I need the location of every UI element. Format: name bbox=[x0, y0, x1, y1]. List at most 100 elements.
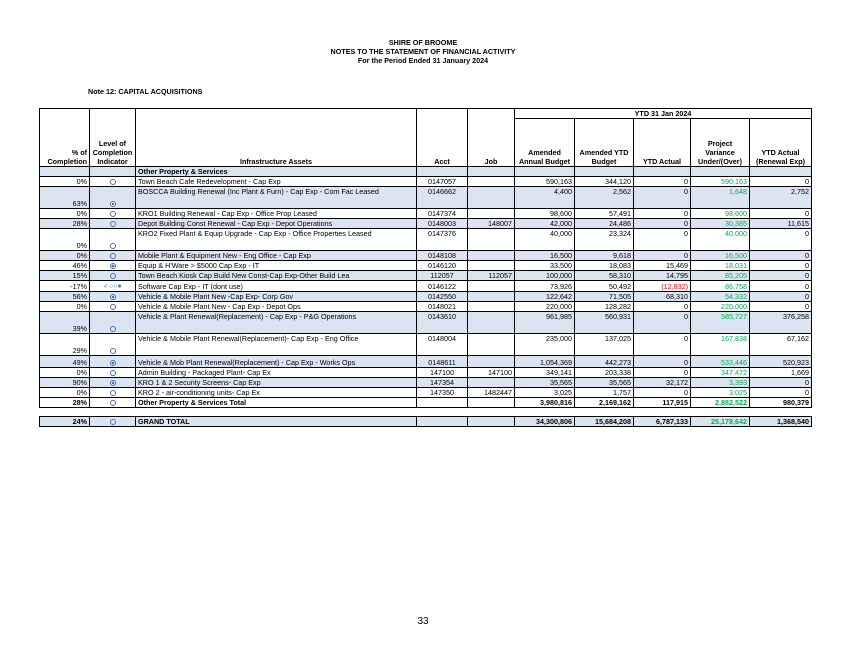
ytd-actual-cell: 0 bbox=[633, 354, 691, 368]
ytd-actual-cell: 0 bbox=[633, 332, 691, 356]
pct-cell: 0% bbox=[39, 386, 90, 398]
level-indicator-cell bbox=[89, 290, 136, 302]
empty-cell bbox=[467, 396, 515, 408]
level-indicator-cell bbox=[89, 366, 136, 378]
level-indicator-cell bbox=[89, 386, 136, 398]
note-title: Note 12: CAPITAL ACQUISITIONS bbox=[88, 87, 203, 96]
pct-cell: 0% bbox=[39, 176, 90, 187]
grand-total-renewal: 1,368,540 bbox=[748, 415, 813, 427]
level-indicator-cell bbox=[89, 218, 136, 229]
grand-total-variance: 25,178,642 bbox=[690, 415, 750, 427]
ytd-budget-cell: 442,273 bbox=[574, 354, 634, 368]
asset-cell: Depot Building Const Renewal - Cap Exp -… bbox=[135, 218, 417, 229]
job-cell bbox=[467, 332, 515, 356]
acct-cell: 112057 bbox=[416, 270, 468, 281]
progress-dot-empty-icon bbox=[109, 347, 116, 354]
grand-total-actual: 6,787,133 bbox=[633, 415, 691, 427]
table-row: 28% Depot Building Const Renewal - Cap Ex… bbox=[39, 218, 813, 229]
renewal-cell: 67,162 bbox=[748, 332, 813, 356]
acct-cell: 0146120 bbox=[416, 260, 468, 271]
section-total-indicator bbox=[89, 396, 136, 408]
pct-cell: 29% bbox=[39, 332, 90, 356]
pct-cell: 0% bbox=[39, 250, 90, 261]
job-cell bbox=[467, 310, 515, 334]
renewal-cell: 520,923 bbox=[748, 354, 813, 368]
variance-cell: 533,446 bbox=[690, 354, 750, 368]
capital-acquisitions-table: % of Completion Level of Completion Indi… bbox=[39, 108, 813, 427]
level-indicator-cell bbox=[89, 332, 136, 356]
level-indicator-cell bbox=[89, 208, 136, 219]
pct-cell: 0% bbox=[39, 366, 90, 378]
progress-dot-filled-icon bbox=[109, 293, 116, 300]
asset-cell: Vehicle & Mobile Plant Renewal(Replaceme… bbox=[135, 332, 417, 356]
job-cell bbox=[467, 176, 515, 187]
section-title: Other Property & Services bbox=[135, 166, 417, 177]
variance-cell: 347,472 bbox=[690, 366, 750, 378]
empty-cell bbox=[416, 415, 468, 427]
annual-budget-cell: 235,000 bbox=[514, 332, 575, 356]
ytd-budget-cell: 57,491 bbox=[574, 208, 634, 219]
level-indicator-cell bbox=[89, 260, 136, 271]
ytd-budget-cell: 560,931 bbox=[574, 310, 634, 334]
renewal-cell: 0 bbox=[748, 176, 813, 187]
job-cell: 147100 bbox=[467, 366, 515, 378]
variance-cell: 3,025 bbox=[690, 386, 750, 398]
table-row: 63% BOSCCA Building Renewal (Inc Plant & … bbox=[39, 186, 813, 209]
annual-budget-cell: 33,500 bbox=[514, 260, 575, 271]
job-cell bbox=[467, 376, 515, 388]
asset-cell: BOSCCA Building Renewal (Inc Plant & Fur… bbox=[135, 186, 417, 209]
annual-budget-cell: 220,000 bbox=[514, 300, 575, 312]
level-indicator-cell bbox=[89, 176, 136, 187]
col-variance-header: Project Variance Under/(Over) bbox=[690, 118, 750, 167]
asset-cell: Admin Building - Packaged Plant- Cap Ex bbox=[135, 366, 417, 378]
ytd-actual-cell: 68,310 bbox=[633, 290, 691, 302]
progress-dot-empty-icon bbox=[109, 325, 116, 332]
col-renewal-header: YTD Actual (Renewal Exp) bbox=[748, 118, 813, 167]
progress-dot-empty-icon bbox=[109, 389, 116, 396]
col-ytd-actual-header: YTD Actual bbox=[633, 118, 691, 167]
annual-budget-cell: 122,642 bbox=[514, 290, 575, 302]
progress-dot-empty-icon bbox=[109, 243, 116, 250]
table-row: 0% Vehicle & Mobile Plant New - Cap Exp -… bbox=[39, 300, 813, 312]
grand-total-indicator bbox=[89, 415, 136, 427]
progress-dot-half-icon bbox=[109, 201, 116, 208]
asset-cell: Software Cap Exp - IT (dont use) bbox=[135, 280, 417, 292]
annual-budget-cell: 73,926 bbox=[514, 280, 575, 292]
ytd-budget-cell: 23,324 bbox=[574, 228, 634, 251]
ytd-budget-cell: 2,562 bbox=[574, 186, 634, 209]
grand-total-annual: 34,300,806 bbox=[514, 415, 575, 427]
asset-cell: Vehicle & Mobile Plant New -Cap Exp- Cor… bbox=[135, 290, 417, 302]
section-total-actual: 117,915 bbox=[633, 396, 691, 408]
table-row: 0% Admin Building - Packaged Plant- Cap E… bbox=[39, 366, 813, 378]
table-row: 0% Town Beach Cafe Redevelopment - Cap Ex… bbox=[39, 176, 813, 187]
variance-cell: 30,385 bbox=[690, 218, 750, 229]
ytd-actual-cell: 14,795 bbox=[633, 270, 691, 281]
annual-budget-cell: 1,054,369 bbox=[514, 354, 575, 368]
section-total-renewal: 980,379 bbox=[748, 396, 813, 408]
grand-total-pct: 24% bbox=[39, 415, 90, 427]
job-cell bbox=[467, 280, 515, 292]
annual-budget-cell: 16,500 bbox=[514, 250, 575, 261]
variance-cell: 16,500 bbox=[690, 250, 750, 261]
job-cell bbox=[467, 300, 515, 312]
ytd-actual-cell: 0 bbox=[633, 366, 691, 378]
acct-cell: 147350 bbox=[416, 386, 468, 398]
pct-cell: 15% bbox=[39, 270, 90, 281]
renewal-cell: 0 bbox=[748, 270, 813, 281]
ytd-actual-cell: 0 bbox=[633, 176, 691, 187]
acct-cell: 0142550 bbox=[416, 290, 468, 302]
acct-cell: 0148004 bbox=[416, 332, 468, 356]
job-cell: 1482447 bbox=[467, 386, 515, 398]
annual-budget-cell: 40,000 bbox=[514, 228, 575, 251]
progress-dot-empty-icon bbox=[109, 303, 116, 310]
variance-cell: 3,393 bbox=[690, 376, 750, 388]
col-amended-annual-header: Amended Annual Budget bbox=[514, 118, 575, 167]
table-row: 56% Vehicle & Mobile Plant New -Cap Exp- … bbox=[39, 290, 813, 302]
annual-budget-cell: 35,565 bbox=[514, 376, 575, 388]
level-indicator-cell bbox=[89, 250, 136, 261]
ytd-budget-cell: 50,492 bbox=[574, 280, 634, 292]
grand-total-row: 24% GRAND TOTAL 34,300,806 15,684,208 6,787,… bbox=[39, 415, 813, 427]
table-row: 90% KRO 1 & 2 Security Screens- Cap Exp 14… bbox=[39, 376, 813, 388]
ytd-budget-cell: 137,025 bbox=[574, 332, 634, 356]
variance-cell: 585,727 bbox=[690, 310, 750, 334]
